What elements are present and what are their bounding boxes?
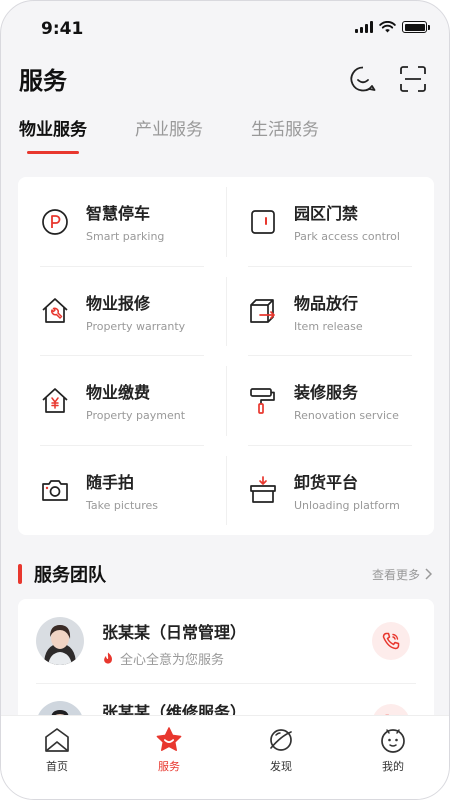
service-star-icon: [155, 726, 183, 754]
service-subtitle: Smart parking: [86, 230, 165, 244]
chevron-right-icon: [425, 568, 432, 580]
status-icons: [355, 21, 430, 33]
tabbar-label: 我的: [382, 760, 404, 773]
services-grid: 智慧停车 Smart parking 园区门禁 Park access cont…: [18, 177, 434, 535]
service-title: 物品放行: [294, 293, 359, 313]
scan-button[interactable]: [399, 65, 427, 93]
unload-box-icon: [248, 475, 278, 505]
tab-life-services[interactable]: 生活服务: [251, 115, 319, 154]
service-subtitle: Park access control: [294, 230, 400, 244]
team-section-title: 服务团队: [34, 565, 106, 586]
team-section-header: 服务团队 查看更多: [18, 561, 432, 587]
profile-face-icon: [379, 726, 407, 754]
phone-icon: [382, 632, 400, 650]
service-title: 智慧停车: [86, 204, 151, 224]
service-take-pictures[interactable]: 随手拍 Take pictures: [18, 446, 226, 536]
service-title: 随手拍: [86, 472, 135, 492]
tabbar-discover[interactable]: 发现: [225, 716, 337, 799]
door-icon: [248, 207, 278, 237]
header-actions: [349, 65, 427, 93]
tab-industry-services[interactable]: 产业服务: [135, 115, 203, 154]
service-title: 装修服务: [294, 383, 359, 403]
team-member-row[interactable]: 张某某（日常管理） 全心全意为您服务: [18, 599, 434, 683]
scan-icon: [400, 66, 426, 92]
call-button[interactable]: [372, 622, 410, 660]
flame-icon: [104, 652, 113, 664]
service-subtitle: Property payment: [86, 409, 186, 423]
avatar: [36, 617, 84, 665]
cellular-signal-icon: [355, 21, 373, 33]
service-unloading-platform[interactable]: 卸货平台 Unloading platform: [226, 446, 434, 536]
battery-icon: [402, 21, 430, 33]
service-subtitle: Unloading platform: [294, 498, 400, 512]
view-more-label: 查看更多: [371, 567, 420, 582]
camera-icon: [40, 475, 70, 505]
member-name: 张某某（日常管理）: [102, 623, 247, 642]
service-property-payment[interactable]: 物业缴费 Property payment: [18, 356, 226, 446]
member-slogan: 全心全意为您服务: [120, 653, 225, 668]
service-park-access[interactable]: 园区门禁 Park access control: [226, 177, 434, 267]
service-tabs: 物业服务 产业服务 生活服务: [19, 115, 319, 154]
repair-house-icon: [40, 296, 70, 326]
service-smart-parking[interactable]: 智慧停车 Smart parking: [18, 177, 226, 267]
status-time: 9:41: [41, 19, 84, 39]
paint-roller-icon: [248, 386, 278, 416]
wifi-icon: [379, 21, 396, 33]
status-bar: 9:41: [1, 1, 449, 57]
service-title: 物业缴费: [86, 383, 151, 403]
service-subtitle: Take pictures: [86, 498, 159, 512]
service-title: 物业报修: [86, 293, 151, 313]
tab-property-services[interactable]: 物业服务: [19, 115, 87, 154]
chat-bubble-icon: [350, 66, 376, 92]
service-title: 园区门禁: [294, 204, 359, 224]
box-release-icon: [248, 296, 278, 326]
message-button[interactable]: [349, 65, 377, 93]
service-title: 卸货平台: [294, 472, 359, 492]
tabbar-label: 首页: [46, 760, 68, 773]
parking-icon: [40, 207, 70, 237]
section-accent-bar: [18, 564, 22, 584]
bottom-tab-bar: 首页 服务 发现 我的: [1, 715, 449, 799]
page-title: 服务: [19, 67, 67, 95]
service-subtitle: Property warranty: [86, 319, 186, 333]
view-more-link[interactable]: 查看更多: [372, 566, 432, 583]
tabbar-label: 发现: [270, 760, 292, 773]
member-description: 全心全意为您服务: [102, 649, 224, 668]
phone-screen: 9:41 服务 物业服务 产业服务 生活服务 智慧停车 Smart parkin…: [0, 0, 450, 800]
tabbar-profile[interactable]: 我的: [337, 716, 449, 799]
tabbar-label: 服务: [158, 760, 180, 773]
service-subtitle: Item release: [294, 319, 363, 333]
tabbar-services[interactable]: 服务: [113, 716, 225, 799]
payment-house-icon: [40, 386, 70, 416]
home-icon: [43, 726, 71, 754]
tabbar-home[interactable]: 首页: [1, 716, 113, 799]
discover-planet-icon: [267, 726, 295, 754]
service-subtitle: Renovation service: [294, 409, 399, 423]
service-property-warranty[interactable]: 物业报修 Property warranty: [18, 267, 226, 357]
service-renovation[interactable]: 装修服务 Renovation service: [226, 356, 434, 446]
service-item-release[interactable]: 物品放行 Item release: [226, 267, 434, 357]
